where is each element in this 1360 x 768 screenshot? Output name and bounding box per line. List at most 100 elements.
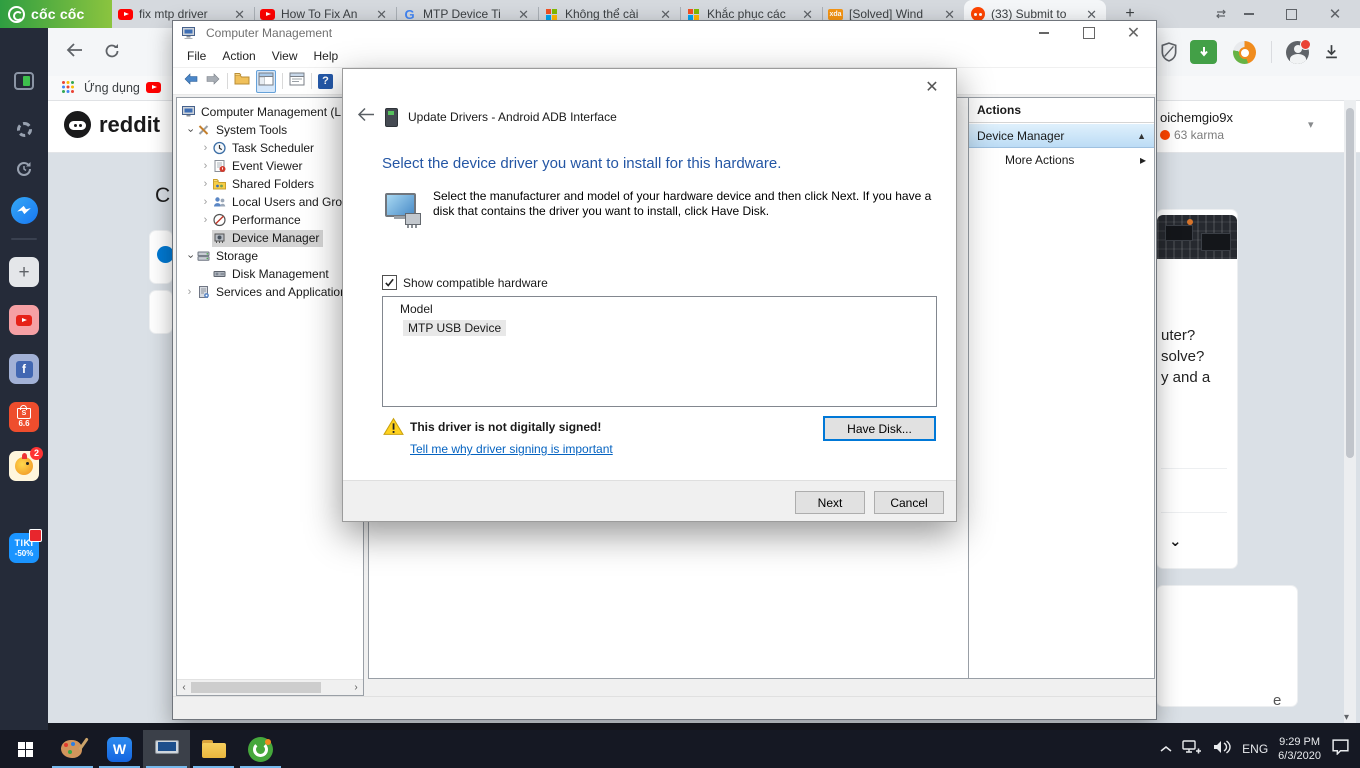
- tray-volume-icon[interactable]: [1212, 739, 1232, 760]
- have-disk-button[interactable]: Have Disk...: [823, 416, 936, 441]
- dialog-close-button[interactable]: ✕: [918, 77, 946, 99]
- cancel-button[interactable]: Cancel: [874, 491, 944, 514]
- page-scrollbar-thumb[interactable]: [1346, 108, 1354, 458]
- page-bottom-strip: [48, 723, 1360, 730]
- expander-closed-icon[interactable]: [199, 215, 212, 226]
- sidebar-add-button[interactable]: +: [9, 257, 39, 287]
- browser-back-icon[interactable]: [66, 42, 84, 63]
- expander-open-icon[interactable]: [183, 125, 196, 136]
- sidebar-shopee-icon[interactable]: S6.6: [9, 402, 39, 432]
- download-manager-button[interactable]: [1190, 40, 1217, 64]
- toolbar-properties-icon[interactable]: [289, 72, 305, 91]
- apps-grid-icon[interactable]: [62, 81, 74, 93]
- toolbar-export-icon[interactable]: [234, 72, 250, 90]
- tray-show-hidden-icons[interactable]: [1160, 740, 1172, 758]
- tree-performance[interactable]: Performance: [177, 211, 363, 229]
- taskbar-wps-icon[interactable]: W: [96, 730, 143, 768]
- notification-dot: [1300, 39, 1311, 50]
- tray-network-icon[interactable]: [1182, 739, 1202, 760]
- browser-minimize-button[interactable]: [1232, 0, 1266, 28]
- sidebar-tiki-icon[interactable]: TIKI-50%: [9, 533, 39, 563]
- menu-file[interactable]: File: [179, 47, 214, 65]
- taskbar-paint-icon[interactable]: [49, 730, 96, 768]
- sidebar-messenger-icon[interactable]: [9, 195, 39, 225]
- collapse-chevron-icon[interactable]: ⌄: [1169, 532, 1182, 550]
- scroll-left-arrow[interactable]: ‹: [177, 682, 191, 693]
- dialog-back-arrow-icon[interactable]: [357, 107, 375, 127]
- tree-shared-folders[interactable]: Shared Folders: [177, 175, 363, 193]
- taskbar-coccoc-icon[interactable]: [237, 730, 284, 768]
- circuit-image: [1157, 215, 1237, 259]
- tree-system-tools[interactable]: System Tools: [177, 121, 363, 139]
- browser-reload-icon[interactable]: [104, 43, 120, 64]
- start-button[interactable]: [2, 730, 49, 768]
- toolbar-forward-icon[interactable]: [205, 72, 221, 90]
- tree-local-users-groups[interactable]: Local Users and Gro: [177, 193, 363, 211]
- expander-closed-icon[interactable]: [199, 197, 212, 208]
- tree-disk-management[interactable]: Disk Management: [177, 265, 363, 283]
- sidebar-facebook-icon[interactable]: f: [9, 354, 39, 384]
- driver-model-listbox[interactable]: Model MTP USB Device: [382, 296, 937, 407]
- coccoc-logo[interactable]: cốc cốc: [0, 0, 112, 28]
- tray-time: 9:29 PM: [1278, 735, 1321, 749]
- tree-storage[interactable]: Storage: [177, 247, 363, 265]
- actions-device-manager-row[interactable]: Device Manager ▲: [969, 123, 1154, 148]
- driver-signing-link[interactable]: Tell me why driver signing is important: [410, 442, 613, 456]
- tree-horizontal-scrollbar[interactable]: ‹ ›: [177, 679, 363, 695]
- toolbar-back-icon[interactable]: [183, 72, 199, 90]
- toolbar-console-tree-icon[interactable]: [256, 70, 276, 93]
- reddit-logo-text: reddit: [99, 112, 160, 138]
- sidebar-panel-icon[interactable]: [9, 66, 39, 96]
- sidebar-history-icon[interactable]: [9, 154, 39, 184]
- expander-closed-icon[interactable]: [199, 179, 212, 190]
- tray-language-indicator[interactable]: ENG: [1242, 742, 1268, 756]
- reddit-user-dropdown-caret[interactable]: ▾: [1308, 118, 1314, 131]
- expander-open-icon[interactable]: [183, 251, 196, 262]
- reddit-username[interactable]: oichemgio9x: [1160, 110, 1233, 125]
- actions-more-actions-row[interactable]: More Actions ▸: [969, 148, 1154, 172]
- tree-services-applications[interactable]: Services and Application: [177, 283, 363, 301]
- cm-minimize-button[interactable]: [1021, 21, 1066, 45]
- scroll-thumb[interactable]: [191, 682, 321, 693]
- coccoc-savings-icon[interactable]: [1233, 41, 1256, 64]
- scroll-right-arrow[interactable]: ›: [349, 682, 363, 693]
- tree-task-scheduler[interactable]: Task Scheduler: [177, 139, 363, 157]
- model-column-header: Model: [383, 297, 936, 319]
- bookmark-apps-label[interactable]: Ứng dụng: [84, 81, 140, 95]
- tree-event-viewer[interactable]: Event Viewer: [177, 157, 363, 175]
- menu-help[interactable]: Help: [306, 47, 347, 65]
- tree-computer-management[interactable]: Computer Management (L: [177, 103, 363, 121]
- scrollbar-down-arrow[interactable]: ▾: [1344, 712, 1349, 723]
- adblock-shield-icon[interactable]: [1160, 42, 1178, 67]
- profile-avatar[interactable]: [1286, 41, 1309, 64]
- tree-device-manager-selected[interactable]: Device Manager: [177, 229, 363, 247]
- browser-close-button[interactable]: ✕: [1318, 0, 1352, 28]
- tray-clock[interactable]: 9:29 PM 6/3/2020: [1278, 735, 1321, 763]
- taskbar-file-explorer-icon[interactable]: [190, 730, 237, 768]
- cm-maximize-button[interactable]: [1066, 21, 1111, 45]
- expander-closed-icon[interactable]: [183, 287, 196, 298]
- sidebar-settings-gear-icon[interactable]: [9, 114, 39, 144]
- sidebar-game-icon[interactable]: 2: [9, 451, 39, 481]
- expander-closed-icon[interactable]: [199, 143, 212, 154]
- cm-title-bar[interactable]: Computer Management: [173, 21, 1156, 45]
- sidebar-youtube-icon[interactable]: [9, 305, 39, 335]
- taskbar-computer-management-icon[interactable]: [143, 730, 190, 768]
- menu-view[interactable]: View: [264, 47, 306, 65]
- cm-close-button[interactable]: ✕: [1111, 21, 1156, 45]
- bookmark-youtube-icon[interactable]: [146, 82, 161, 93]
- downloads-tray-icon[interactable]: [1324, 44, 1339, 64]
- mtp-usb-device-item[interactable]: MTP USB Device: [403, 320, 506, 336]
- toolbar-help-icon[interactable]: [318, 74, 333, 89]
- collapse-up-arrow-icon[interactable]: ▲: [1137, 131, 1146, 141]
- reddit-logo[interactable]: reddit: [64, 111, 160, 138]
- expander-closed-icon[interactable]: [199, 161, 212, 172]
- checkbox-checked-icon[interactable]: [382, 275, 397, 290]
- dialog-heading: Select the device driver you want to ins…: [382, 155, 781, 172]
- browser-restore-button[interactable]: [1274, 0, 1308, 28]
- tray-action-center-icon[interactable]: [1331, 738, 1350, 760]
- show-compatible-hardware-checkbox[interactable]: Show compatible hardware: [382, 275, 548, 290]
- menu-action[interactable]: Action: [214, 47, 263, 65]
- update-drivers-dialog: ✕ Update Drivers - Android ADB Interface…: [342, 68, 957, 522]
- next-button[interactable]: Next: [795, 491, 865, 514]
